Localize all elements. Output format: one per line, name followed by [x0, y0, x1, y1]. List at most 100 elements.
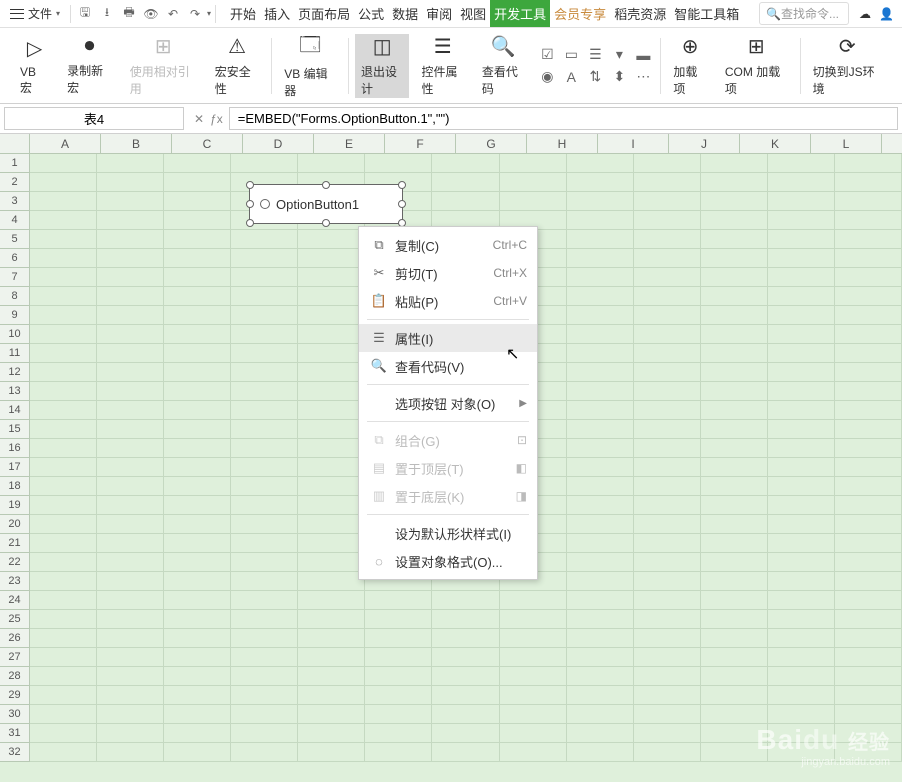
- row-header[interactable]: 12: [0, 363, 30, 382]
- col-header[interactable]: A: [30, 134, 101, 153]
- row-header[interactable]: 32: [0, 743, 30, 762]
- row-header[interactable]: 3: [0, 192, 30, 211]
- row-header[interactable]: 21: [0, 534, 30, 553]
- save-icon[interactable]: 🖫: [75, 4, 95, 24]
- resize-handle[interactable]: [322, 219, 330, 227]
- menu-paste[interactable]: 📋 粘贴(P) Ctrl+V: [359, 287, 537, 315]
- row-header[interactable]: 9: [0, 306, 30, 325]
- control-button-icon[interactable]: ▬: [632, 45, 654, 65]
- control-scroll-icon[interactable]: ⬍: [608, 67, 630, 87]
- row-header[interactable]: 19: [0, 496, 30, 515]
- col-header[interactable]: C: [172, 134, 243, 153]
- row-header[interactable]: 14: [0, 401, 30, 420]
- undo-icon[interactable]: ↶: [163, 4, 183, 24]
- tab-insert[interactable]: 插入: [260, 0, 294, 27]
- view-code-button[interactable]: 🔍查看代码: [476, 34, 530, 98]
- row-header[interactable]: 4: [0, 211, 30, 230]
- row-header[interactable]: 11: [0, 344, 30, 363]
- control-textbox-icon[interactable]: ▭: [560, 45, 582, 65]
- control-list-icon[interactable]: ☰: [584, 45, 606, 65]
- control-label-icon[interactable]: A: [560, 67, 582, 87]
- col-header[interactable]: K: [740, 134, 811, 153]
- menu-default-style[interactable]: 设为默认形状样式(I): [359, 519, 537, 547]
- menu-view-code[interactable]: 🔍 查看代码(V): [359, 352, 537, 380]
- fx-icon[interactable]: ƒx: [210, 112, 223, 126]
- record-macro-button[interactable]: ⏺录制新宏: [61, 34, 118, 98]
- qat-dropdown-icon[interactable]: ▾: [207, 9, 211, 18]
- row-header[interactable]: 16: [0, 439, 30, 458]
- row-header[interactable]: 17: [0, 458, 30, 477]
- tab-review[interactable]: 审阅: [422, 0, 456, 27]
- control-combo-icon[interactable]: ▾: [608, 45, 630, 65]
- tab-tools[interactable]: 智能工具箱: [670, 0, 743, 27]
- row-header[interactable]: 28: [0, 667, 30, 686]
- command-search[interactable]: 🔍 查找命令...: [759, 2, 849, 25]
- col-header[interactable]: F: [385, 134, 456, 153]
- row-header[interactable]: 8: [0, 287, 30, 306]
- formula-input[interactable]: [229, 107, 898, 130]
- control-props-button[interactable]: ☰控件属性: [415, 34, 469, 98]
- row-header[interactable]: 29: [0, 686, 30, 705]
- row-header[interactable]: 6: [0, 249, 30, 268]
- tab-view[interactable]: 视图: [456, 0, 490, 27]
- row-header[interactable]: 26: [0, 629, 30, 648]
- vb-editor-button[interactable]: 🗔VB 编辑器: [278, 34, 342, 98]
- preview-icon[interactable]: 👁: [141, 4, 161, 24]
- addins-button[interactable]: ⊕加载项: [667, 34, 713, 98]
- option-button-object[interactable]: OptionButton1: [249, 184, 403, 224]
- row-header[interactable]: 20: [0, 515, 30, 534]
- name-box[interactable]: [4, 107, 184, 130]
- control-spinner-icon[interactable]: ⇅: [584, 67, 606, 87]
- col-header[interactable]: E: [314, 134, 385, 153]
- user-icon[interactable]: 👤: [879, 7, 894, 21]
- redo-icon[interactable]: ↷: [185, 4, 205, 24]
- cancel-icon[interactable]: ✕: [194, 112, 204, 126]
- menu-cut[interactable]: ✂ 剪切(T) Ctrl+X: [359, 259, 537, 287]
- row-header[interactable]: 25: [0, 610, 30, 629]
- resize-handle[interactable]: [398, 181, 406, 189]
- col-header[interactable]: B: [101, 134, 172, 153]
- menu-format-object[interactable]: ◌ 设置对象格式(O)...: [359, 547, 537, 575]
- resize-handle[interactable]: [322, 181, 330, 189]
- com-addins-button[interactable]: ⊞COM 加载项: [719, 34, 794, 98]
- row-header[interactable]: 24: [0, 591, 30, 610]
- tab-formula[interactable]: 公式: [354, 0, 388, 27]
- col-header[interactable]: G: [456, 134, 527, 153]
- tab-member[interactable]: 会员专享: [550, 0, 610, 27]
- tab-resources[interactable]: 稻壳资源: [610, 0, 670, 27]
- col-header[interactable]: L: [811, 134, 882, 153]
- tab-data[interactable]: 数据: [388, 0, 422, 27]
- file-menu-button[interactable]: 文件 ▾: [4, 3, 66, 24]
- row-header[interactable]: 7: [0, 268, 30, 287]
- control-more-icon[interactable]: ⋯: [632, 67, 654, 87]
- col-header[interactable]: D: [243, 134, 314, 153]
- row-header[interactable]: 23: [0, 572, 30, 591]
- menu-copy[interactable]: ⧉ 复制(C) Ctrl+C: [359, 231, 537, 259]
- resize-handle[interactable]: [246, 181, 254, 189]
- row-header[interactable]: 15: [0, 420, 30, 439]
- tab-layout[interactable]: 页面布局: [294, 0, 354, 27]
- col-header[interactable]: H: [527, 134, 598, 153]
- cloud-icon[interactable]: ☁: [859, 7, 871, 21]
- row-header[interactable]: 31: [0, 724, 30, 743]
- tab-start[interactable]: 开始: [226, 0, 260, 27]
- export-icon[interactable]: ⭳: [97, 4, 117, 24]
- row-header[interactable]: 1: [0, 154, 30, 173]
- row-header[interactable]: 10: [0, 325, 30, 344]
- row-header[interactable]: 22: [0, 553, 30, 572]
- vb-macro-button[interactable]: ▷VB 宏: [14, 34, 55, 98]
- macro-security-button[interactable]: ⚠宏安全性: [209, 34, 266, 98]
- resize-handle[interactable]: [398, 200, 406, 208]
- select-all-corner[interactable]: [0, 134, 30, 153]
- row-header[interactable]: 5: [0, 230, 30, 249]
- resize-handle[interactable]: [246, 219, 254, 227]
- switch-js-button[interactable]: ⟳切换到JS环境: [807, 34, 888, 98]
- row-header[interactable]: 27: [0, 648, 30, 667]
- row-header[interactable]: 2: [0, 173, 30, 192]
- row-header[interactable]: 30: [0, 705, 30, 724]
- resize-handle[interactable]: [246, 200, 254, 208]
- menu-properties[interactable]: ☰ 属性(I): [359, 324, 537, 352]
- row-header[interactable]: 13: [0, 382, 30, 401]
- col-header[interactable]: J: [669, 134, 740, 153]
- control-checkbox-icon[interactable]: ☑: [536, 45, 558, 65]
